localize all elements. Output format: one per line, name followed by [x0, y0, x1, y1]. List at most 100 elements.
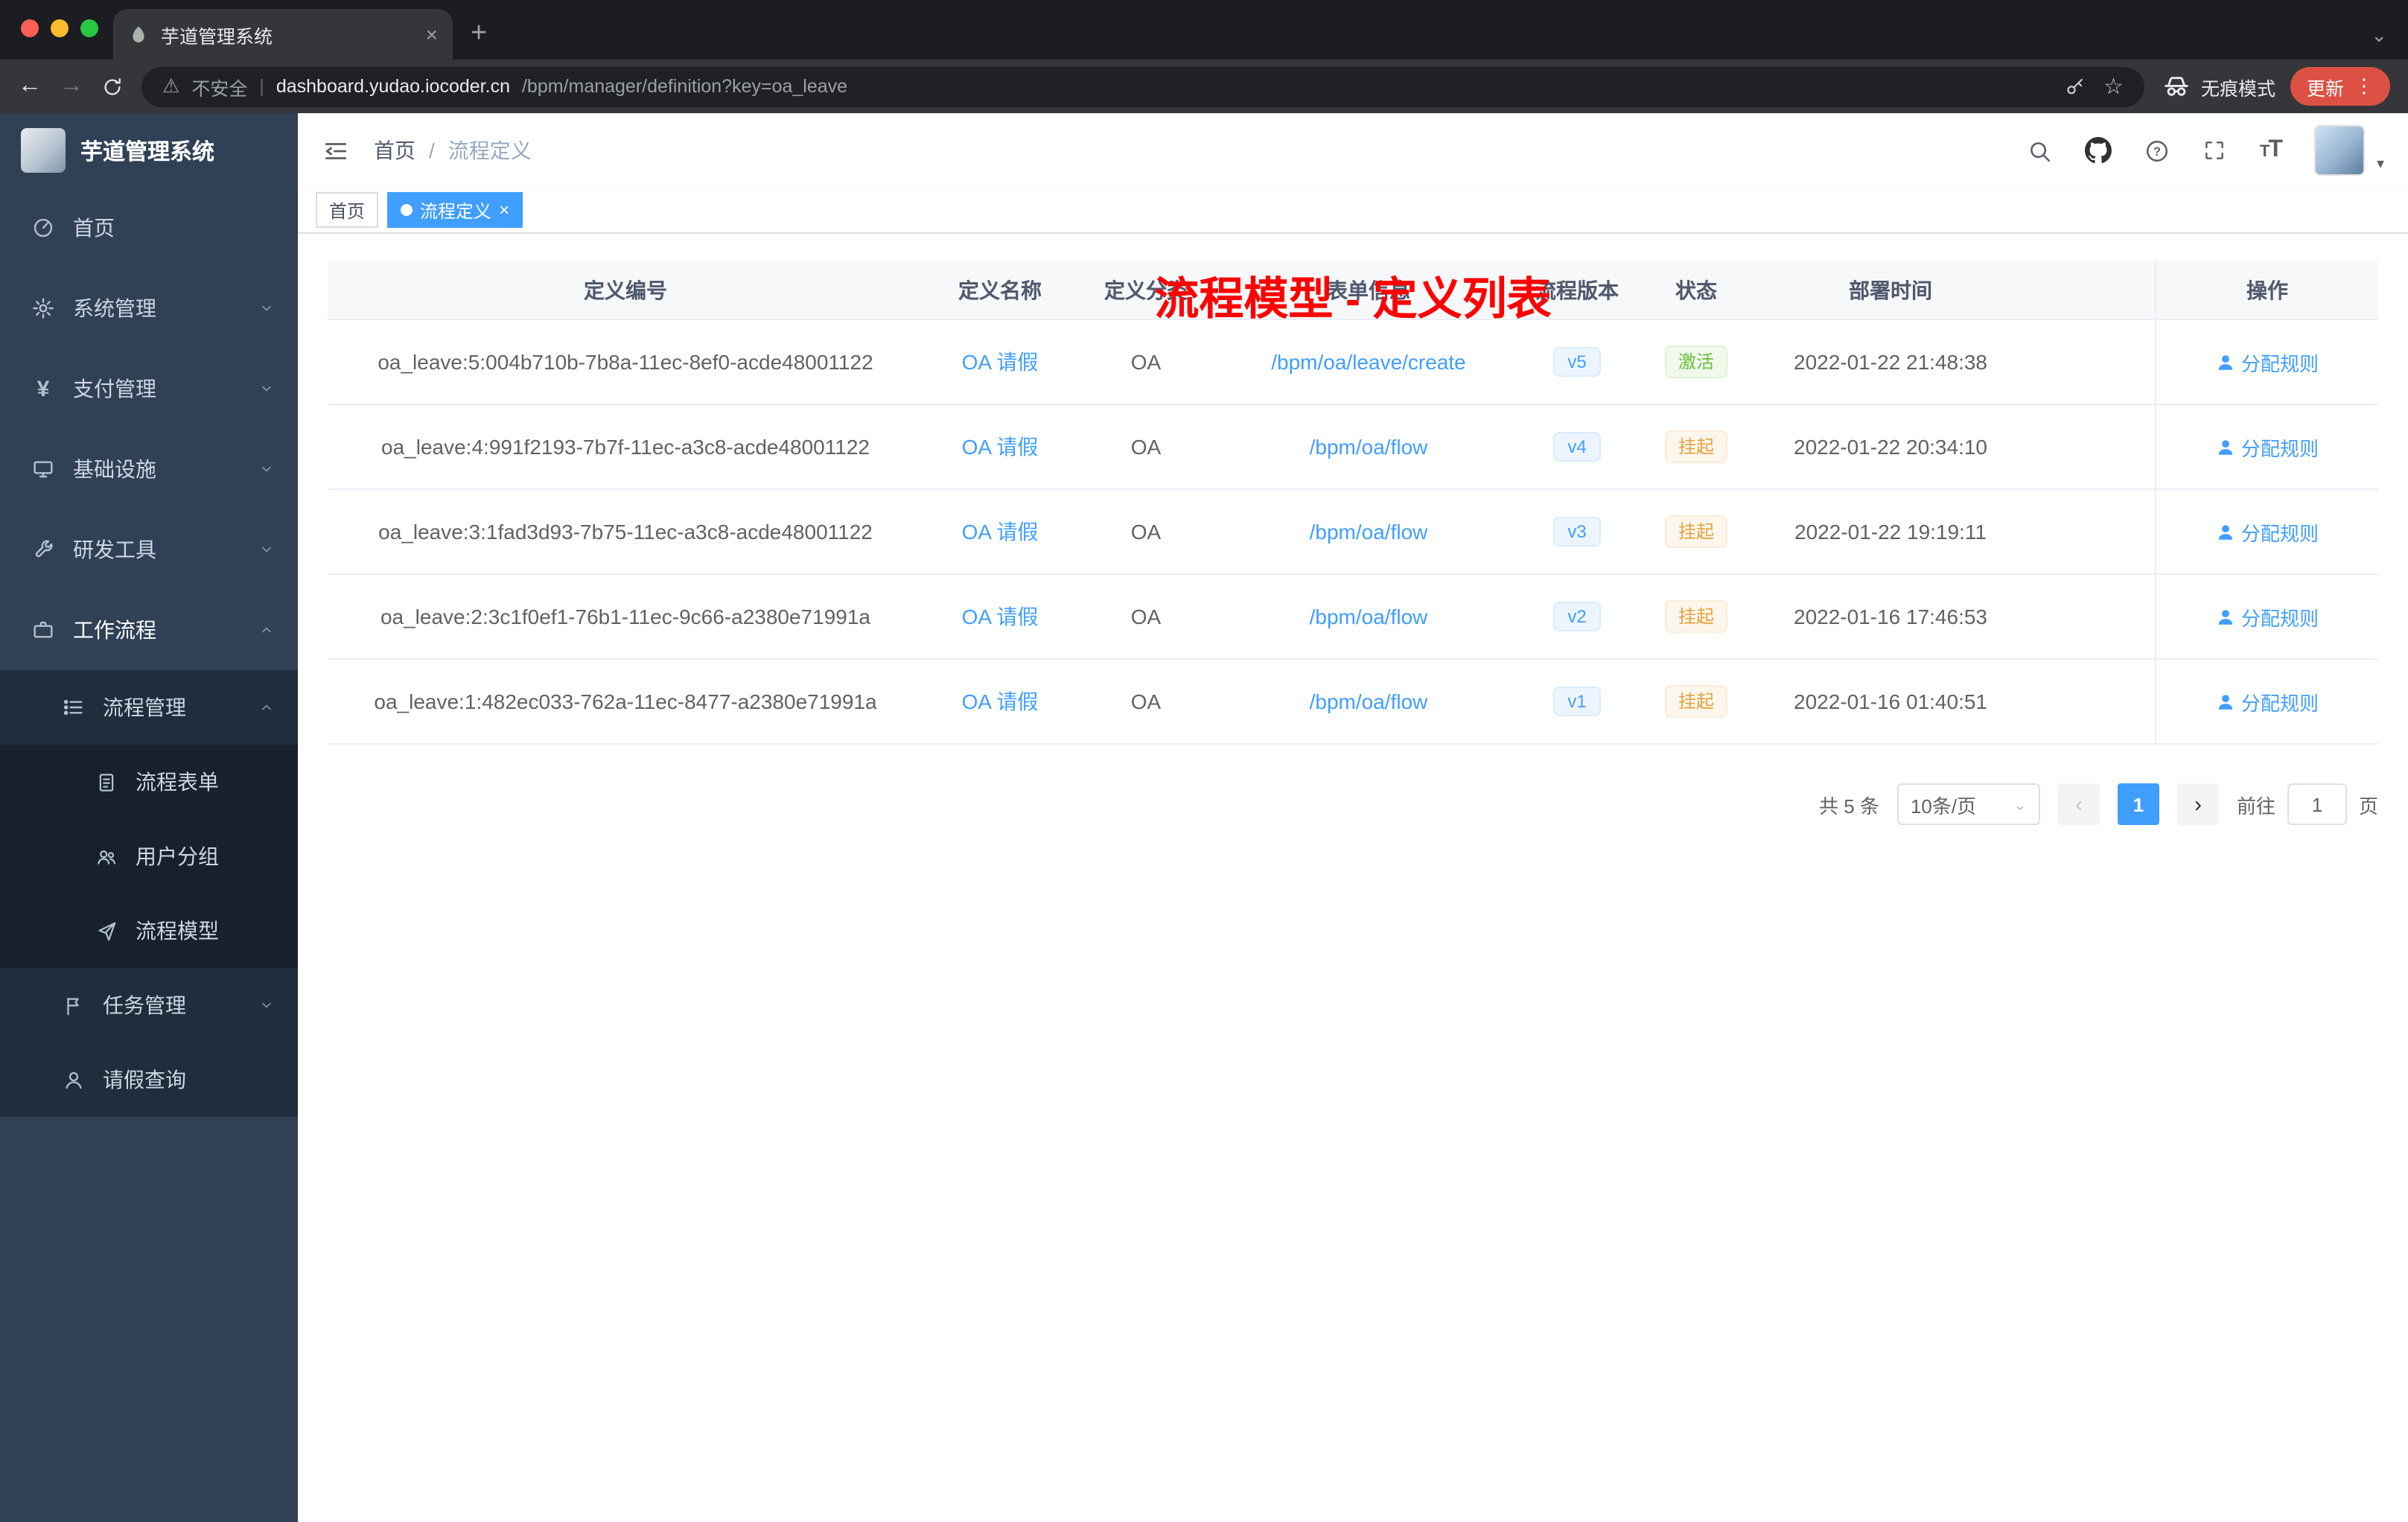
cell-category: OA	[1130, 435, 1162, 459]
sidebar-item-process-management[interactable]: 流程管理	[0, 670, 298, 745]
sidebar-logo: 芋道管理系统	[0, 113, 298, 188]
sidebar-item-leave-query[interactable]: 请假查询	[0, 1042, 298, 1117]
window-close-button[interactable]	[21, 19, 39, 37]
url-path: /bpm/manager/definition?key=oa_leave	[521, 76, 848, 97]
table-row: oa_leave:1:482ec033-762a-11ec-8477-a2380…	[328, 660, 2378, 745]
version-badge: v4	[1552, 432, 1602, 462]
page-number-button[interactable]: 1	[2117, 783, 2159, 825]
cell-deploy-time: 2022-01-22 19:19:11	[1794, 520, 1987, 544]
security-label: 不安全	[191, 78, 248, 99]
incognito-indicator: 无痕模式	[2162, 72, 2275, 101]
tab-search-chevron-icon[interactable]: ⌄	[2371, 25, 2387, 45]
sidebar-item-label: 流程管理	[103, 695, 186, 719]
cell-category: OA	[1130, 605, 1162, 628]
security-warning-icon[interactable]: ⚠	[162, 74, 179, 98]
user-avatar[interactable]	[2313, 125, 2365, 176]
list-icon	[60, 695, 86, 719]
window-minimize-button[interactable]	[51, 19, 69, 37]
address-bar[interactable]: ⚠ 不安全 | dashboard.yudao.iocoder.cn/bpm/m…	[141, 66, 2144, 106]
sidebar-item-home[interactable]: 首页	[0, 188, 298, 268]
sidebar: 芋道管理系统 首页 系统管理 ¥ 支付管理 基础设施 研发工具 工作流程 流程管…	[0, 113, 298, 1522]
cell-definition-id: oa_leave:4:991f2193-7b7f-11ec-a3c8-acde4…	[381, 435, 870, 459]
new-tab-button[interactable]: +	[471, 19, 487, 48]
page-size-value: 10条/页	[1910, 795, 1977, 817]
tag-label: 首页	[329, 200, 366, 221]
tab-close-icon[interactable]: ×	[426, 24, 438, 45]
goto-page-input[interactable]	[2287, 783, 2347, 825]
back-button[interactable]: ←	[18, 74, 42, 98]
status-badge: 挂起	[1664, 515, 1727, 548]
cell-deploy-time: 2022-01-16 17:46:53	[1794, 605, 1987, 628]
cell-spacer	[2021, 405, 2155, 488]
search-icon[interactable]	[2028, 138, 2053, 163]
form-link[interactable]: /bpm/oa/flow	[1310, 605, 1428, 628]
form-link[interactable]: /bpm/oa/leave/create	[1271, 350, 1466, 374]
sidebar-item-infrastructure[interactable]: 基础设施	[0, 429, 298, 509]
sidebar-item-task-management[interactable]: 任务管理	[0, 968, 298, 1042]
tag-process-definition[interactable]: 流程定义 ×	[387, 192, 523, 228]
assign-rule-link[interactable]: 分配规则	[2216, 687, 2319, 716]
reload-button[interactable]	[101, 75, 124, 98]
table-row: oa_leave:4:991f2193-7b7f-11ec-a3c8-acde4…	[328, 405, 2378, 490]
form-link[interactable]: /bpm/oa/flow	[1310, 690, 1428, 713]
page-size-select[interactable]: 10条/页 ⌄	[1896, 783, 2040, 825]
sidebar-item-process-model[interactable]: 流程模型	[0, 894, 298, 968]
table-header-row: 定义编号 定义名称 定义分类 表单信息 流程版本 状态 部署时间 操作	[328, 261, 2378, 320]
assign-rule-link[interactable]: 分配规则	[2216, 518, 2319, 546]
definition-name-link[interactable]: OA 请假	[962, 517, 1039, 547]
assign-rule-link[interactable]: 分配规则	[2216, 602, 2319, 631]
status-badge: 激活	[1664, 346, 1727, 378]
definition-name-link[interactable]: OA 请假	[962, 432, 1039, 462]
column-header: 定义分类	[1104, 278, 1188, 302]
browser-update-button[interactable]: 更新 ⋮	[2290, 67, 2390, 106]
users-icon	[92, 845, 119, 867]
tag-home[interactable]: 首页	[316, 192, 379, 228]
window-zoom-button[interactable]	[80, 19, 98, 37]
assign-rule-link[interactable]: 分配规则	[2216, 348, 2319, 376]
help-icon[interactable]: ?	[2145, 138, 2170, 163]
prev-page-button[interactable]: ‹	[2057, 783, 2100, 825]
person-icon	[2218, 354, 2233, 369]
breadcrumb-home[interactable]: 首页	[374, 136, 415, 165]
sidebar-item-devtools[interactable]: 研发工具	[0, 509, 298, 590]
sidebar-item-workflow[interactable]: 工作流程	[0, 590, 298, 670]
form-link[interactable]: /bpm/oa/flow	[1310, 435, 1428, 459]
sidebar-item-label: 基础设施	[73, 457, 156, 481]
forward-button[interactable]: →	[60, 74, 83, 98]
column-header: 状态	[1675, 278, 1717, 302]
next-page-button[interactable]: ›	[2176, 783, 2219, 825]
github-icon[interactable]	[2085, 137, 2112, 164]
version-badge: v2	[1552, 602, 1602, 631]
column-header: 表单信息	[1327, 278, 1410, 302]
definition-name-link[interactable]: OA 请假	[962, 602, 1039, 631]
assign-rule-link[interactable]: 分配规则	[2216, 433, 2319, 461]
browser-tab[interactable]: 芋道管理系统 ×	[113, 9, 453, 60]
sidebar-collapse-icon[interactable]	[322, 136, 350, 165]
avatar-caret-icon[interactable]: ▾	[2377, 156, 2384, 173]
password-key-icon[interactable]	[2063, 75, 2086, 98]
browser-menu-icon[interactable]: ⋮	[2354, 74, 2374, 98]
logo-title: 芋道管理系统	[80, 139, 215, 165]
column-header: 定义编号	[584, 278, 667, 302]
breadcrumb-current: 流程定义	[447, 138, 532, 162]
column-header: 操作	[2155, 261, 2378, 319]
tag-close-icon[interactable]: ×	[499, 201, 509, 219]
font-size-icon[interactable]: TT	[2260, 137, 2283, 164]
definition-name-link[interactable]: OA 请假	[962, 347, 1039, 377]
form-link[interactable]: /bpm/oa/flow	[1310, 520, 1428, 544]
cell-definition-id: oa_leave:1:482ec033-762a-11ec-8477-a2380…	[374, 690, 877, 713]
yen-icon: ¥	[36, 376, 50, 401]
fullscreen-icon[interactable]	[2203, 138, 2227, 162]
toolbar-right: 无痕模式 更新 ⋮	[2162, 67, 2390, 106]
sidebar-item-payment[interactable]: ¥ 支付管理	[0, 348, 298, 429]
bookmark-star-icon[interactable]: ☆	[2103, 75, 2124, 98]
sidebar-item-user-group[interactable]: 用户分组	[0, 819, 298, 894]
sidebar-item-system[interactable]: 系统管理	[0, 268, 298, 348]
tab-favicon-icon	[133, 26, 144, 42]
column-header: 部署时间	[1849, 278, 1932, 302]
incognito-icon	[2165, 76, 2188, 95]
chevron-down-icon	[259, 301, 274, 316]
cell-deploy-time: 2022-01-22 20:34:10	[1794, 435, 1987, 459]
sidebar-item-process-form[interactable]: 流程表单	[0, 745, 298, 819]
definition-name-link[interactable]: OA 请假	[962, 687, 1039, 716]
